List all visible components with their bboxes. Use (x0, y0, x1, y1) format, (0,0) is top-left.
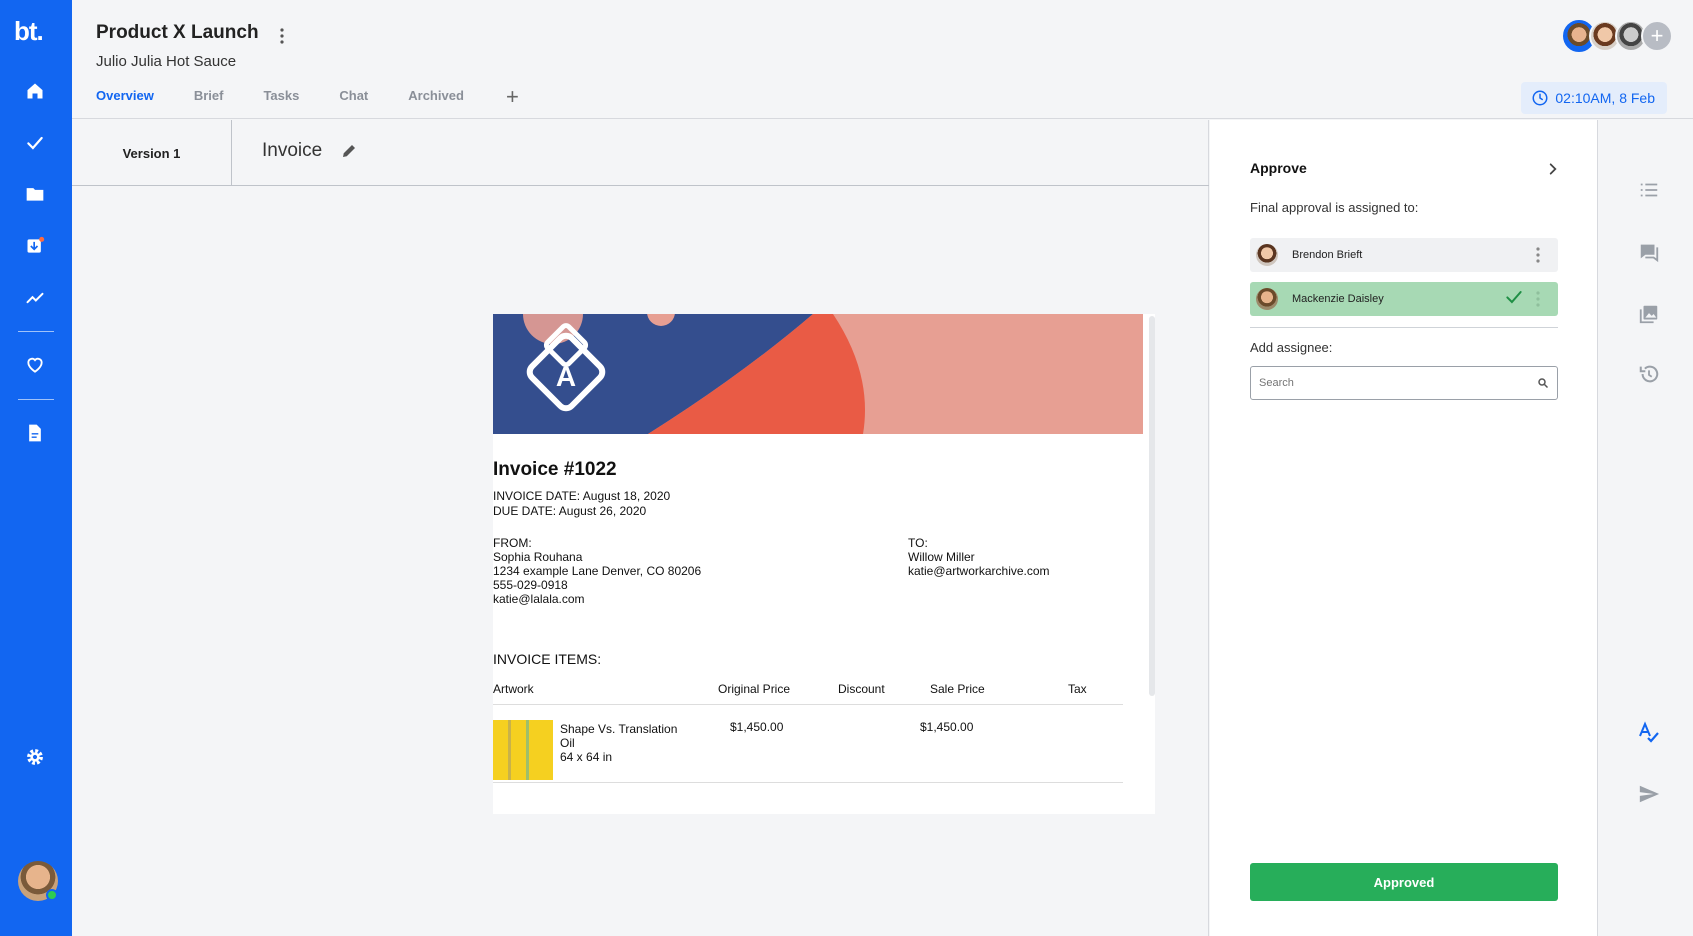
sidebar-divider (18, 399, 54, 400)
project-title: Product X Launch (96, 22, 259, 43)
tab-bar: Overview Brief Tasks Chat Archived (96, 88, 464, 123)
original-price: $1,450.00 (730, 720, 784, 734)
version-selector[interactable]: Version 1 (72, 120, 232, 186)
to-email: katie@artworkarchive.com (908, 564, 1050, 578)
tab-chat[interactable]: Chat (339, 88, 368, 123)
document-title: Invoice (262, 140, 323, 161)
project-subtitle: Julio Julia Hot Sauce (96, 53, 237, 70)
table-divider (493, 704, 1123, 705)
member-avatars: + (1563, 20, 1673, 52)
assignee-name: Mackenzie Daisley (1292, 293, 1384, 305)
artwork-size: 64 x 64 in (560, 750, 613, 764)
due-date: DUE DATE: August 26, 2020 (493, 504, 647, 518)
chevron-right-icon[interactable] (1546, 162, 1560, 181)
spellcheck-icon[interactable] (1637, 720, 1661, 744)
assignee-row[interactable]: Brendon Brieft (1250, 238, 1558, 272)
assignee-search-input[interactable] (1259, 377, 1537, 389)
invoice-items-heading: INVOICE ITEMS: (493, 651, 602, 667)
from-address: 1234 example Lane Denver, CO 80206 (493, 564, 702, 578)
approve-panel: Approve Final approval is assigned to: B… (1210, 120, 1598, 936)
from-phone: 555-029-0918 (493, 578, 568, 592)
heart-icon[interactable] (24, 354, 46, 376)
clock-icon (1532, 90, 1548, 106)
history-icon[interactable] (1637, 362, 1661, 386)
artwork-medium: Oil (560, 736, 575, 750)
table-divider (493, 782, 1123, 783)
approve-title: Approve (1250, 160, 1307, 176)
panel-divider (1250, 327, 1558, 328)
column-header: Sale Price (930, 682, 985, 696)
column-header: Discount (838, 682, 885, 696)
search-icon (1538, 378, 1549, 389)
from-label: FROM: (493, 536, 532, 550)
sidebar: bt. (0, 0, 72, 936)
to-label: TO: (908, 536, 928, 550)
invoice-number: Invoice #1022 (493, 459, 617, 480)
header: Product X Launch Julio Julia Hot Sauce O… (72, 0, 1693, 123)
artwork-title: Shape Vs. Translation (560, 722, 678, 736)
add-member-button[interactable]: + (1641, 20, 1673, 52)
project-menu-icon[interactable] (272, 26, 292, 46)
approved-button[interactable]: Approved (1250, 863, 1558, 901)
tab-overview[interactable]: Overview (96, 88, 154, 123)
invoice-banner: A (493, 314, 1143, 434)
assignee-avatar (1256, 244, 1278, 266)
preview-scrollbar[interactable] (1149, 316, 1155, 696)
more-vertical-icon[interactable] (1528, 246, 1548, 264)
tab-archived[interactable]: Archived (408, 88, 464, 123)
tab-brief[interactable]: Brief (194, 88, 224, 123)
invoice-preview: A Invoice #1022 INVOICE DATE: August 18,… (493, 314, 1155, 814)
sale-price: $1,450.00 (920, 720, 974, 734)
column-header: Original Price (718, 682, 791, 696)
add-tab-button[interactable]: + (506, 86, 519, 108)
from-email: katie@lalala.com (493, 592, 585, 606)
home-icon[interactable] (24, 80, 46, 102)
check-icon (1504, 287, 1524, 312)
assignee-row[interactable]: Mackenzie Daisley (1250, 282, 1558, 316)
artwork-thumbnail (493, 720, 553, 780)
folder-icon[interactable] (24, 183, 46, 205)
document-viewer: Version 1 Invoice A Invoice #1022 INVOIC… (72, 120, 1209, 936)
right-rail (1599, 120, 1693, 936)
assignee-avatar (1256, 288, 1278, 310)
pencil-icon[interactable] (340, 142, 358, 165)
send-icon[interactable] (1637, 782, 1661, 806)
check-icon[interactable] (24, 132, 46, 154)
list-icon[interactable] (1637, 178, 1661, 202)
more-vertical-icon[interactable] (1528, 290, 1548, 308)
trending-icon[interactable] (24, 287, 46, 309)
tab-tasks[interactable]: Tasks (263, 88, 299, 123)
to-name: Willow Miller (908, 550, 975, 564)
document-icon[interactable] (24, 422, 46, 444)
from-name: Sophia Rouhana (493, 550, 583, 564)
column-header: Tax (1068, 682, 1087, 696)
version-bar: Version 1 Invoice (72, 120, 1209, 186)
chat-icon[interactable] (1637, 240, 1661, 264)
invoice-logo-letter: A (556, 361, 576, 392)
column-header: Artwork (493, 682, 534, 696)
time-text: 02:10AM, 8 Feb (1555, 90, 1655, 106)
time-badge: 02:10AM, 8 Feb (1521, 82, 1667, 114)
gear-icon[interactable] (24, 746, 46, 768)
images-icon[interactable] (1637, 302, 1661, 326)
invoice-date: INVOICE DATE: August 18, 2020 (493, 489, 671, 503)
add-assignee-label: Add assignee: (1250, 340, 1333, 355)
sidebar-divider (18, 331, 54, 332)
online-status-dot (46, 889, 58, 901)
assignee-name: Brendon Brieft (1292, 249, 1363, 261)
assigned-label: Final approval is assigned to: (1250, 200, 1419, 215)
assignee-search-box (1250, 366, 1558, 400)
inbox-icon[interactable] (24, 235, 46, 257)
app-logo[interactable]: bt. (14, 16, 44, 47)
